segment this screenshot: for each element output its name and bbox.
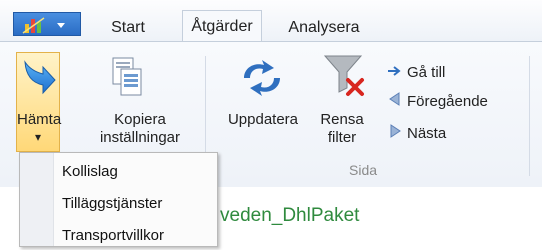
nasta-label: Nästa: [407, 125, 447, 142]
menu-item-kollislag[interactable]: Kollislag: [62, 158, 118, 186]
menu-item-tillaggstjanster[interactable]: Tilläggstjänster: [62, 190, 162, 218]
rensa-label-line1[interactable]: Rensa: [315, 111, 369, 129]
kopiera-label-line2[interactable]: inställningar: [86, 129, 194, 147]
rensa-label-line2[interactable]: filter: [315, 129, 369, 147]
menu-item-transportvillkor[interactable]: Transportvillkor: [62, 222, 164, 250]
foregaende-label: Föregående: [407, 93, 488, 110]
group-separator: [529, 56, 530, 176]
tab-analysera[interactable]: Analysera: [282, 14, 366, 41]
triangle-right-icon: [387, 124, 407, 144]
nasta-button[interactable]: Nästa: [387, 124, 446, 144]
kopiera-label-line1[interactable]: Kopiera: [90, 111, 190, 129]
filter-clear-icon: [323, 55, 364, 96]
ga-till-button[interactable]: Gå till: [387, 63, 445, 83]
refresh-icon: [244, 60, 280, 96]
foregaende-button[interactable]: Föregående: [387, 92, 488, 112]
content-title: veden_DhlPaket: [220, 205, 360, 226]
hamta-dropdown-arrow[interactable]: ▾: [17, 128, 59, 146]
chevron-down-icon: [57, 23, 65, 28]
ribbon-tab-bar: Start Åtgärder Analysera: [0, 0, 542, 41]
ga-till-label: Gå till: [407, 64, 446, 81]
menu-icon-strip: [20, 153, 54, 246]
triangle-left-icon: [387, 92, 407, 112]
hamta-dropdown-menu: Kollislag Tilläggstjänster Transportvill…: [19, 152, 218, 247]
hamta-label: Hämta: [17, 111, 62, 128]
app-menu-button[interactable]: [13, 12, 81, 36]
bar-chart-icon: [22, 17, 45, 34]
arrow-right-icon: [387, 63, 407, 83]
download-arrow-icon: [24, 60, 56, 95]
tab-atgarder[interactable]: Åtgärder: [182, 10, 262, 41]
tab-start[interactable]: Start: [103, 14, 153, 41]
uppdatera-button[interactable]: Uppdatera: [223, 111, 303, 129]
group-label-sida: Sida: [349, 162, 378, 178]
copy-settings-icon: [112, 57, 142, 96]
